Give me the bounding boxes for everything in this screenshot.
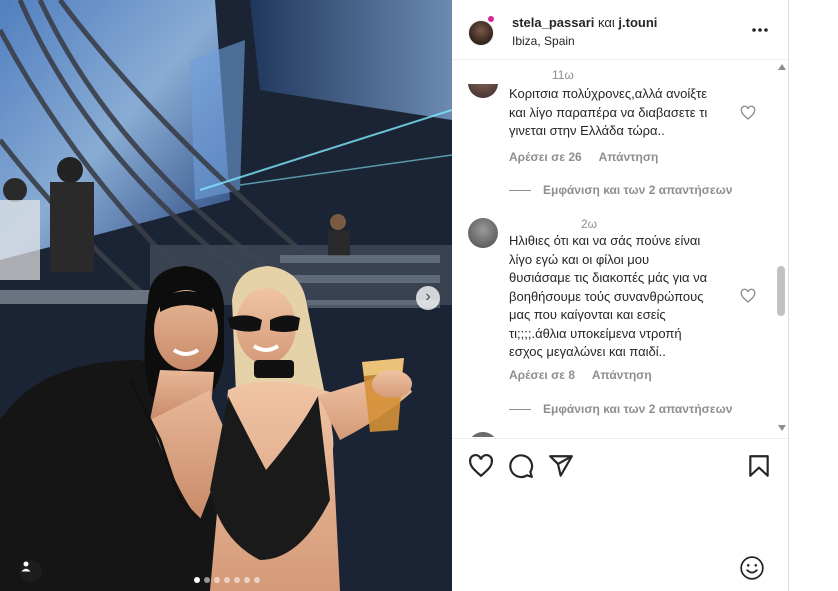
heart-icon	[469, 453, 493, 478]
comment-time: 2ω	[581, 217, 598, 231]
comment-line: λίγο εγώ και οι φίλοι μου	[509, 251, 650, 267]
post-location[interactable]: Ibiza, Spain	[512, 34, 575, 48]
comment-time: 11ω	[552, 68, 574, 82]
save-button[interactable]	[746, 453, 772, 479]
carousel-dot	[194, 577, 200, 583]
view-replies-button[interactable]: Εμφάνιση και των 2 απαντήσεων	[509, 402, 732, 416]
emoji-icon	[740, 556, 764, 580]
bookmark-icon	[749, 455, 769, 477]
collaborator-username[interactable]: j.touni	[618, 15, 657, 30]
comment-icon	[509, 454, 534, 479]
carousel-dot	[214, 577, 220, 583]
comment-line: Κοριτσια πολύχρονες,αλλά ανοίξτε	[509, 86, 708, 101]
commenter-avatar[interactable]	[468, 218, 498, 248]
commenter-avatar[interactable]	[468, 432, 498, 437]
post-actions-bar	[452, 438, 788, 492]
comment-text: Κοριτσια πολύχρονες,αλλά ανοίξτε και λίγ…	[509, 85, 741, 141]
carousel-dot	[234, 577, 240, 583]
comment-text: Ηλιθιες ότι και να σάς πούνε είναι λίγο …	[509, 232, 741, 362]
emoji-button[interactable]	[739, 555, 765, 581]
comment-meta: Αρέσει σε 26 Απάντηση	[509, 150, 672, 164]
comment-likes-count[interactable]: Αρέσει σε 8	[509, 368, 575, 382]
like-button[interactable]	[468, 453, 494, 479]
carousel-dot	[204, 577, 210, 583]
comments-list[interactable]: 11ω Κοριτσια πολύχρονες,αλλά ανοίξτε και…	[452, 61, 788, 437]
comment-likes-count[interactable]: Αρέσει σε 26	[509, 150, 582, 164]
comment-meta: Αρέσει σε 8 Απάντηση	[509, 368, 666, 382]
comment-line: γινεται στην Ελλάδα τώρα..	[509, 123, 665, 138]
comments-scrollbar[interactable]	[774, 61, 788, 437]
comment-line: μας που καίγονται και εσείς	[509, 307, 666, 322]
commenter-avatar[interactable]	[468, 84, 498, 98]
comment-like-button[interactable]	[740, 105, 756, 121]
comment-line: Ηλιθιες ότι και να σάς πούνε είναι	[509, 233, 701, 248]
comment-line: βοηθήσουμε τούς συνανθρώπους	[509, 288, 704, 304]
carousel-next-button[interactable]: ›	[416, 286, 440, 310]
post-photo[interactable]: ›	[0, 0, 452, 591]
carousel-indicator	[194, 577, 260, 583]
user-tag-button[interactable]	[20, 560, 42, 582]
share-icon	[549, 455, 573, 477]
post-header: stela_passari και j.touni Ibiza, Spain	[452, 0, 788, 60]
comment-line: θυσιάσαμε τις διακοπές μάς για να	[509, 270, 708, 285]
scroll-up-arrow-icon[interactable]	[778, 64, 786, 70]
carousel-dot	[224, 577, 230, 583]
photo-illustration	[0, 0, 452, 591]
user-tag-icon	[21, 561, 31, 572]
scroll-down-arrow-icon[interactable]	[778, 425, 786, 431]
carousel-dot	[254, 577, 260, 583]
comment-line: εσχος μεγαλώνει και παιδί..	[509, 344, 666, 359]
scrollbar-thumb[interactable]	[777, 266, 785, 316]
more-options-button[interactable]	[750, 20, 770, 40]
author-names: stela_passari και j.touni	[512, 15, 657, 30]
comment-button[interactable]	[508, 453, 534, 479]
heart-icon	[740, 288, 756, 303]
comment-reply-button[interactable]: Απάντηση	[592, 368, 652, 382]
view-replies-button[interactable]: Εμφάνιση και των 2 απαντήσεων	[509, 183, 732, 197]
comment-line: τι;;;;.άθλια υποκείμενα ντροπή	[509, 325, 682, 341]
author-avatar[interactable]	[468, 20, 494, 46]
author-username[interactable]: stela_passari	[512, 15, 594, 30]
comment-line: και λίγο παραπέρα να διαβασετε τι	[509, 104, 708, 120]
chevron-right-icon: ›	[425, 288, 431, 305]
share-button[interactable]	[548, 453, 574, 479]
comment-like-button[interactable]	[740, 288, 756, 304]
author-connector: και	[598, 15, 615, 30]
heart-icon	[740, 105, 756, 120]
carousel-dot	[244, 577, 250, 583]
comment-reply-button[interactable]: Απάντηση	[599, 150, 659, 164]
more-horizontal-icon	[752, 28, 768, 32]
post-sidebar: stela_passari και j.touni Ibiza, Spain 1…	[452, 0, 789, 591]
story-ring-badge	[487, 15, 495, 23]
